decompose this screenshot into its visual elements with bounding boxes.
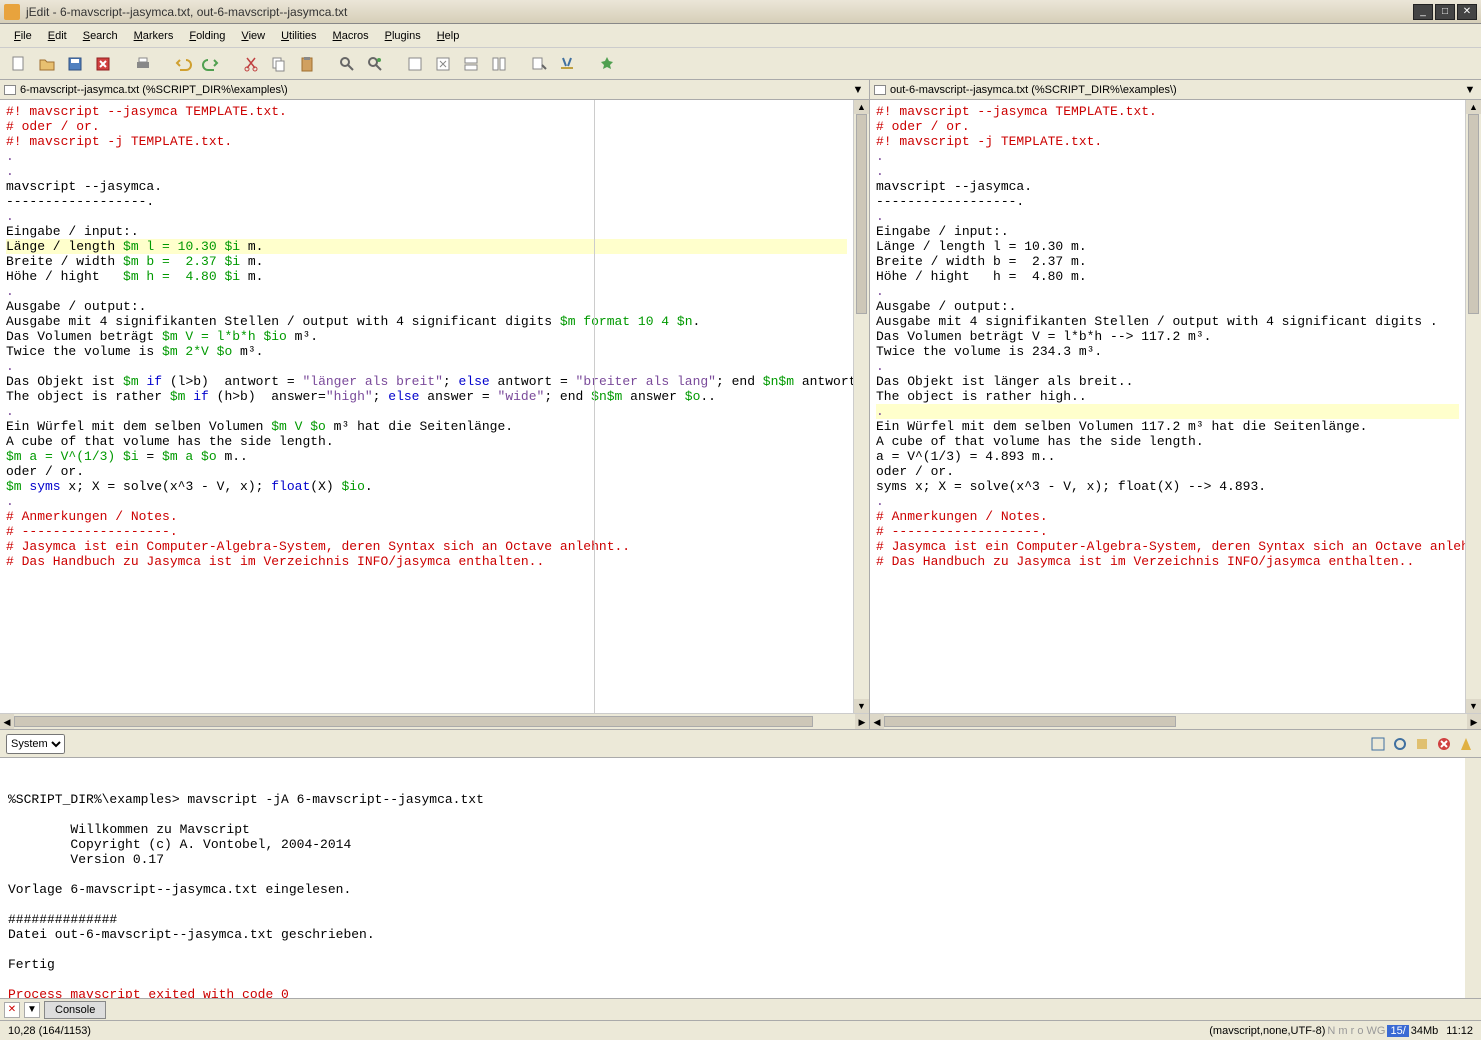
buffer-status-icon xyxy=(4,85,16,95)
scroll-thumb[interactable] xyxy=(884,716,1176,727)
close-button[interactable]: ✕ xyxy=(1457,4,1477,20)
menu-file[interactable]: File xyxy=(6,27,40,45)
app-icon xyxy=(4,4,20,20)
clock: 11:12 xyxy=(1446,1025,1473,1037)
console-tab-button[interactable]: Console xyxy=(44,1001,106,1019)
scroll-thumb[interactable] xyxy=(14,716,813,727)
find-icon[interactable] xyxy=(336,53,358,75)
console-output[interactable]: %SCRIPT_DIR%\examples> mavscript -jA 6-m… xyxy=(0,758,1481,998)
mode-status: (mavscript,none,UTF-8) xyxy=(1209,1025,1325,1037)
window-title: jEdit - 6-mavscript--jasymca.txt, out-6-… xyxy=(26,5,1411,19)
menu-bar: FileEditSearchMarkersFoldingViewUtilitie… xyxy=(0,24,1481,48)
minimize-button[interactable]: _ xyxy=(1413,4,1433,20)
new-file-icon[interactable] xyxy=(8,53,30,75)
console-stop-icon[interactable] xyxy=(1435,735,1453,753)
find-replace-icon[interactable] xyxy=(364,53,386,75)
split-horizontal-icon[interactable] xyxy=(460,53,482,75)
dock-close-icon[interactable]: ✕ xyxy=(4,1002,20,1018)
menu-view[interactable]: View xyxy=(233,27,273,45)
save-file-icon[interactable] xyxy=(64,53,86,75)
scroll-up-icon[interactable]: ▲ xyxy=(854,100,869,114)
buffer-name: 6-mavscript--jasymca.txt (%SCRIPT_DIR%\e… xyxy=(20,84,288,96)
buffer-switcher-right[interactable]: out-6-mavscript--jasymca.txt (%SCRIPT_DI… xyxy=(870,80,1481,100)
memory-status: 15/ xyxy=(1387,1025,1408,1037)
buffer-switcher-left[interactable]: 6-mavscript--jasymca.txt (%SCRIPT_DIR%\e… xyxy=(0,80,869,100)
console-run-icon[interactable] xyxy=(1457,735,1475,753)
text-area-left[interactable]: #! mavscript --jasymca TEMPLATE.txt.# od… xyxy=(0,100,853,713)
global-options-icon[interactable] xyxy=(556,53,578,75)
plugin-run-icon[interactable] xyxy=(596,53,618,75)
menu-plugins[interactable]: Plugins xyxy=(377,27,429,45)
undo-icon[interactable] xyxy=(172,53,194,75)
editor-pane-left: 6-mavscript--jasymca.txt (%SCRIPT_DIR%\e… xyxy=(0,80,870,729)
shell-select[interactable]: System xyxy=(6,734,65,754)
caret-status: 10,28 (164/1153) xyxy=(8,1025,91,1037)
dropdown-arrow-icon[interactable]: ▼ xyxy=(851,84,865,96)
horizontal-scrollbar[interactable]: ◀ ▶ xyxy=(0,713,869,729)
menu-folding[interactable]: Folding xyxy=(181,27,233,45)
paste-icon[interactable] xyxy=(296,53,318,75)
redo-icon[interactable] xyxy=(200,53,222,75)
console-toolbar: System xyxy=(0,730,1481,758)
horizontal-scrollbar[interactable]: ◀ ▶ xyxy=(870,713,1481,729)
console-clear-icon[interactable] xyxy=(1413,735,1431,753)
buffer-name: out-6-mavscript--jasymca.txt (%SCRIPT_DI… xyxy=(890,84,1177,96)
menu-edit[interactable]: Edit xyxy=(40,27,75,45)
scroll-up-icon[interactable]: ▲ xyxy=(1466,100,1481,114)
scroll-right-icon[interactable]: ▶ xyxy=(855,714,869,729)
scroll-left-icon[interactable]: ◀ xyxy=(0,714,14,729)
console-settings-icon[interactable] xyxy=(1391,735,1409,753)
vertical-scrollbar[interactable]: ▲ ▼ xyxy=(1465,100,1481,713)
dock-menu-icon[interactable]: ▼ xyxy=(24,1002,40,1018)
maximize-button[interactable]: □ xyxy=(1435,4,1455,20)
menu-macros[interactable]: Macros xyxy=(325,27,377,45)
buffer-options-icon[interactable] xyxy=(528,53,550,75)
print-icon[interactable] xyxy=(132,53,154,75)
buffer-status-icon xyxy=(874,85,886,95)
menu-utilities[interactable]: Utilities xyxy=(273,27,324,45)
split-vertical-icon[interactable] xyxy=(488,53,510,75)
menu-markers[interactable]: Markers xyxy=(126,27,182,45)
menu-help[interactable]: Help xyxy=(429,27,468,45)
unsplit-icon[interactable] xyxy=(432,53,454,75)
scroll-down-icon[interactable]: ▼ xyxy=(854,699,869,713)
new-view-icon[interactable] xyxy=(404,53,426,75)
close-file-icon[interactable] xyxy=(92,53,114,75)
copy-icon[interactable] xyxy=(268,53,290,75)
vertical-scrollbar[interactable]: ▲ ▼ xyxy=(853,100,869,713)
cut-icon[interactable] xyxy=(240,53,262,75)
scroll-thumb[interactable] xyxy=(856,114,867,314)
scroll-down-icon[interactable]: ▼ xyxy=(1466,699,1481,713)
editor-split-area: 6-mavscript--jasymca.txt (%SCRIPT_DIR%\e… xyxy=(0,80,1481,730)
open-file-icon[interactable] xyxy=(36,53,58,75)
vertical-scrollbar[interactable] xyxy=(1465,758,1481,998)
dropdown-arrow-icon[interactable]: ▼ xyxy=(1463,84,1477,96)
print-margin xyxy=(594,100,595,713)
flags-status: N m r o WG xyxy=(1327,1025,1385,1037)
scroll-left-icon[interactable]: ◀ xyxy=(870,714,884,729)
scroll-thumb[interactable] xyxy=(1468,114,1479,314)
status-bar: 10,28 (164/1153) (mavscript,none,UTF-8) … xyxy=(0,1020,1481,1040)
text-area-right[interactable]: #! mavscript --jasymca TEMPLATE.txt.# od… xyxy=(870,100,1465,713)
scroll-right-icon[interactable]: ▶ xyxy=(1467,714,1481,729)
memory-total: 34Mb xyxy=(1411,1025,1439,1037)
menu-search[interactable]: Search xyxy=(75,27,126,45)
editor-pane-right: out-6-mavscript--jasymca.txt (%SCRIPT_DI… xyxy=(870,80,1481,729)
dock-bar-bottom: ✕ ▼ Console xyxy=(0,998,1481,1020)
toolbar xyxy=(0,48,1481,80)
console-to-buffer-icon[interactable] xyxy=(1369,735,1387,753)
window-title-bar: jEdit - 6-mavscript--jasymca.txt, out-6-… xyxy=(0,0,1481,24)
